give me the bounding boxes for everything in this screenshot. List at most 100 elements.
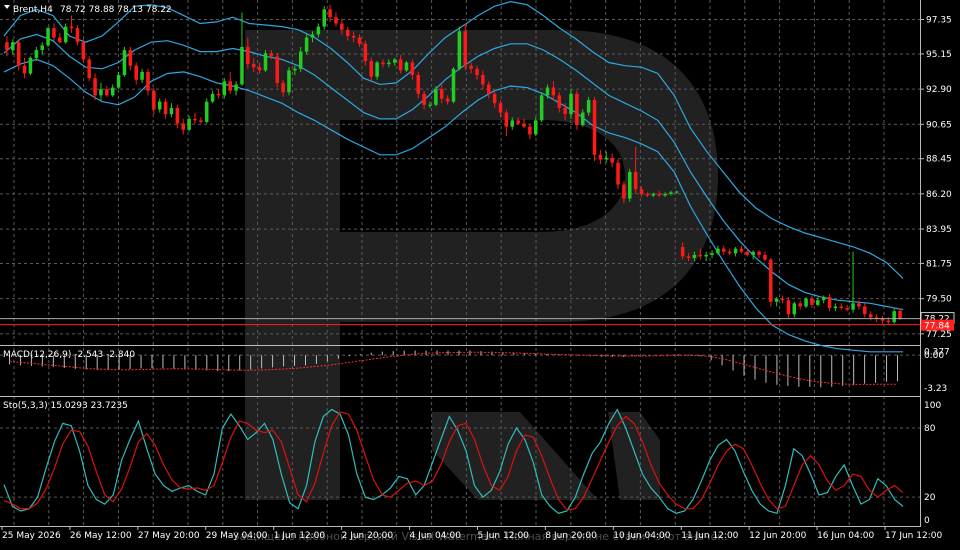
candle-body xyxy=(439,89,444,99)
candle-body xyxy=(193,118,197,121)
candle-body xyxy=(733,248,738,254)
candle-body xyxy=(246,46,250,65)
candle-body xyxy=(680,247,685,257)
candle-body xyxy=(498,103,503,113)
candle-body xyxy=(533,120,538,135)
candle-body xyxy=(363,43,368,61)
candle-body xyxy=(827,297,832,309)
x-tick-label: 12 Jun 20:00 xyxy=(749,531,806,541)
candle-body xyxy=(99,89,103,96)
stoch-tick-label: 100 xyxy=(924,401,941,411)
candle-body xyxy=(316,26,321,35)
candle-body xyxy=(328,9,332,18)
candle-body xyxy=(892,311,896,323)
y-tick-label: 83.95 xyxy=(926,225,952,235)
candle-body xyxy=(557,95,562,108)
candle-body xyxy=(340,23,344,30)
candle-body xyxy=(93,78,97,96)
candle-body xyxy=(716,248,720,254)
candle-body xyxy=(146,71,150,91)
candle-body xyxy=(845,308,849,310)
candle-body xyxy=(228,81,232,91)
candle-body xyxy=(528,126,532,135)
candle-body xyxy=(357,37,362,44)
x-tick-label: 25 May 2026 xyxy=(2,531,61,541)
candle-body xyxy=(833,306,838,309)
candle-body xyxy=(786,300,791,315)
candle-body xyxy=(152,90,156,110)
candle-body xyxy=(234,84,238,91)
candle-body xyxy=(727,251,732,254)
candle-body xyxy=(639,189,644,194)
candle-body xyxy=(669,192,673,194)
candle-body xyxy=(722,248,726,252)
candle-body xyxy=(69,26,74,29)
y-tick-label: 90.65 xyxy=(926,120,952,130)
candle-body xyxy=(110,87,115,96)
candle-body xyxy=(469,65,473,69)
candle-body xyxy=(810,298,814,305)
candle-body xyxy=(40,45,44,51)
candle-body xyxy=(5,42,9,51)
candle-body xyxy=(387,62,391,65)
candle-body xyxy=(757,251,761,255)
candle-body xyxy=(774,298,779,302)
candle-body xyxy=(898,310,902,319)
candle-body xyxy=(416,75,421,94)
candle-body xyxy=(863,306,867,315)
candle-body xyxy=(551,87,556,96)
y-tick-label: 79.50 xyxy=(926,295,952,305)
candle-body xyxy=(633,172,638,190)
candle-body xyxy=(492,93,497,104)
ohlc-label: 78.72 78.88 78.13 78.22 xyxy=(60,5,172,15)
candle-body xyxy=(293,68,297,71)
candle-body xyxy=(222,81,227,96)
candle-body xyxy=(428,104,432,106)
candle-body xyxy=(539,95,544,121)
candle-body xyxy=(345,29,350,36)
candle-body xyxy=(645,193,650,196)
chart-canvas[interactable]: 97.35 95.15 92.90 90.65 88.45 86.20 83.95 81.75… xyxy=(0,0,960,546)
y-tick-label: 97.35 xyxy=(926,16,952,26)
candle-body xyxy=(216,93,221,96)
trading-terminal-chart-window[interactable]: 97.35 95.15 92.90 90.65 88.45 86.20 83.95 81.75… xyxy=(0,0,960,546)
candle-body xyxy=(857,303,861,307)
candle-body xyxy=(134,65,138,80)
x-tick-label: 16 Jun 04:00 xyxy=(817,531,874,541)
candle-body xyxy=(334,17,338,24)
candle-body xyxy=(434,89,438,105)
y-tick-label: 95.15 xyxy=(926,50,952,60)
candle-body xyxy=(87,59,91,79)
candle-body xyxy=(486,84,491,94)
y-tick-label: 86.20 xyxy=(926,190,952,200)
candle-body xyxy=(628,172,632,199)
candle-body xyxy=(22,65,27,74)
candle-body xyxy=(745,251,750,255)
candle-body xyxy=(251,64,256,68)
candle-body xyxy=(422,93,426,105)
candle-body xyxy=(604,157,609,160)
y-tick-label: 92.90 xyxy=(926,85,952,95)
candle-body xyxy=(52,28,56,38)
candle-body xyxy=(451,68,456,102)
candle-body xyxy=(457,31,462,69)
symbol-label: Brent,H4 xyxy=(13,5,53,15)
candle-body xyxy=(622,184,626,199)
candle-body xyxy=(692,254,697,258)
candle-body xyxy=(739,248,744,252)
candle-body xyxy=(46,28,50,46)
macd-tick-label: -3.23 xyxy=(924,384,947,394)
candle-body xyxy=(204,101,209,122)
stoch-tick-label: 0 xyxy=(924,516,930,526)
candle-body xyxy=(287,70,291,93)
candle-body xyxy=(575,93,579,126)
candle-body xyxy=(381,62,385,65)
candle-body xyxy=(751,251,755,255)
candle-body xyxy=(240,46,244,85)
candle-body xyxy=(686,256,691,258)
stoch-tick-label: 20 xyxy=(924,493,936,503)
candle-body xyxy=(698,254,703,257)
candle-body xyxy=(298,51,303,69)
candle-body xyxy=(140,71,144,80)
watermark-text: Защищено пробной версией Visual Watermar… xyxy=(233,530,728,543)
